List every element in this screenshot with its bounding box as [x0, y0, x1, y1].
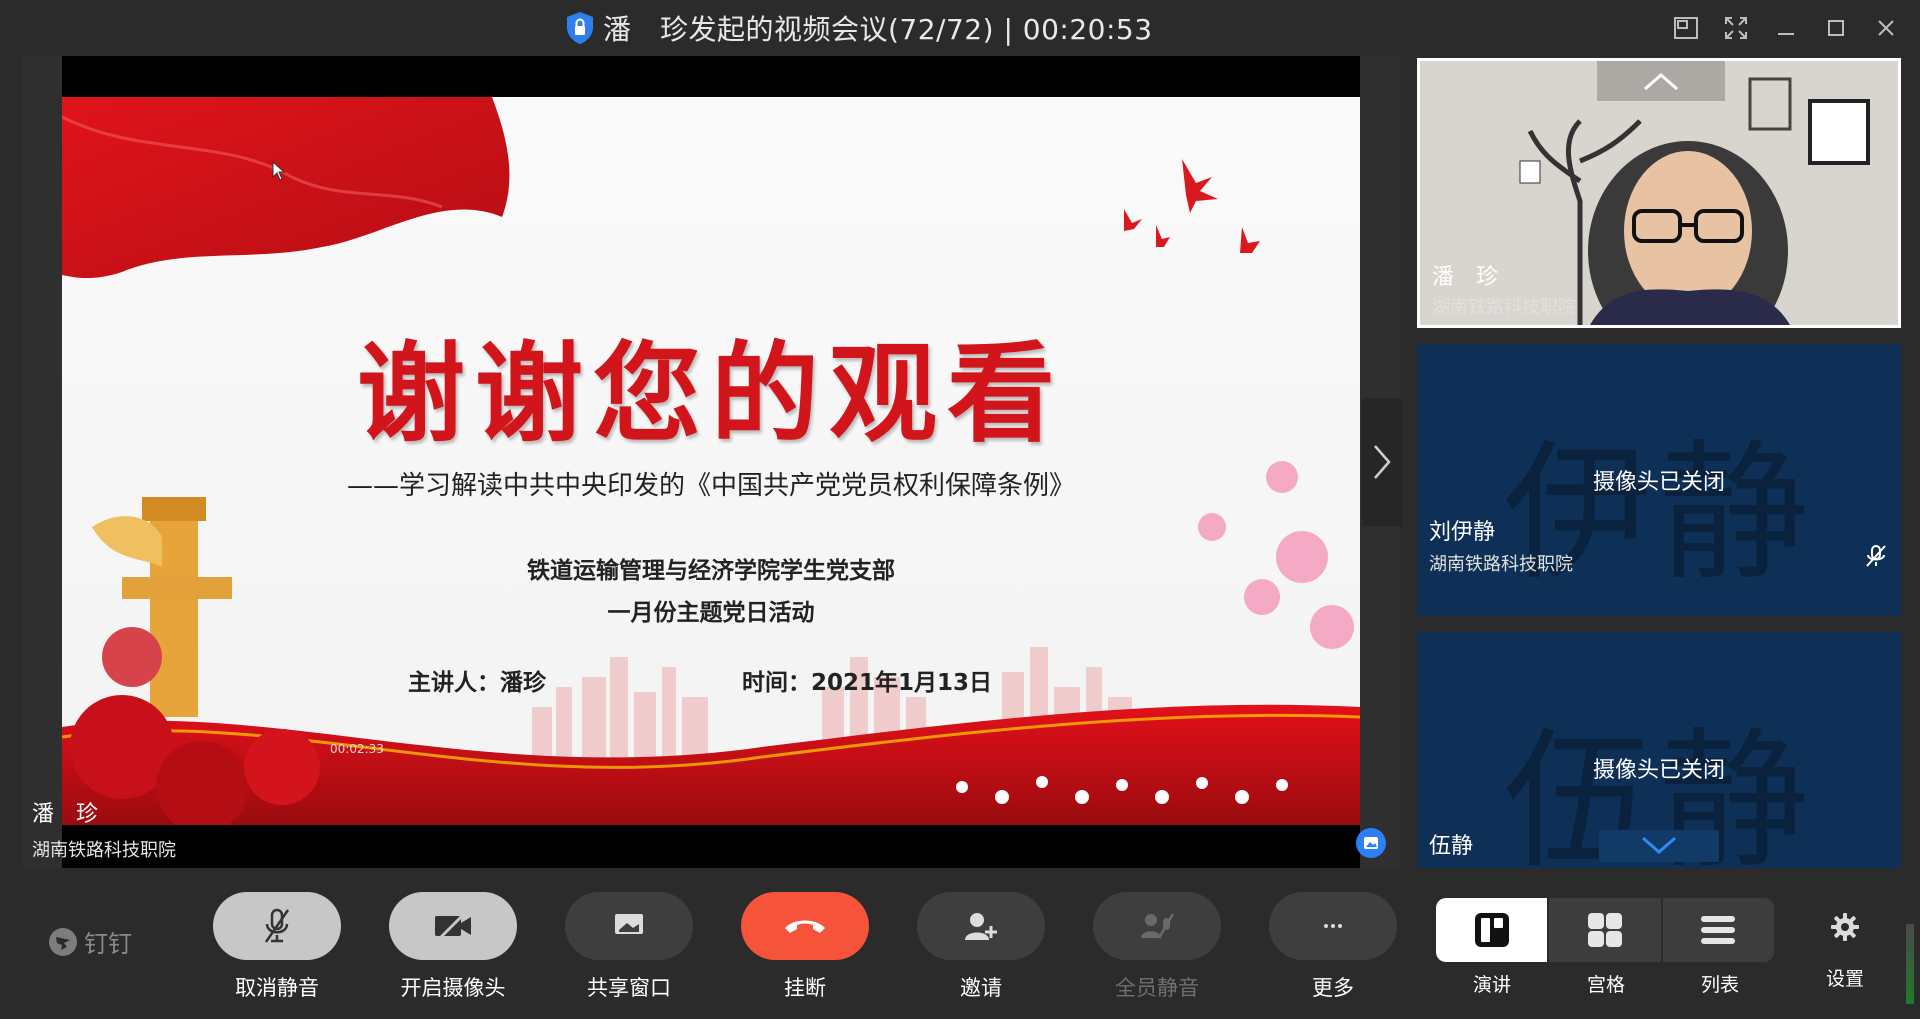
participant-avatar-text: 伊静: [1502, 427, 1815, 601]
presenter-org: 湖南铁路科技职院: [32, 840, 176, 861]
participant-name: 潘 珍: [1432, 265, 1499, 290]
dingtalk-brand: 钉钉: [48, 924, 132, 959]
participant-org: 湖南铁路科技职院: [1429, 554, 1573, 575]
meeting-title-group: 潘 珍发起的视频会议(72/72) | 00:20:53: [565, 8, 1153, 48]
layout-grid-label: 宫格: [1586, 974, 1625, 996]
hangup-label: 挂断: [784, 976, 826, 1000]
chevron-right-icon: [1374, 445, 1391, 479]
mute-all-icon: [1141, 913, 1175, 939]
chevron-down-icon: [1642, 836, 1676, 854]
slide-subtitle: ——学习解读中共中央印发的《中国共产党党员权利保障条例》: [346, 471, 1075, 501]
camera-off-status: 摄像头已关闭: [1592, 758, 1725, 783]
volume-meter: [1906, 924, 1914, 1004]
presenter-tag: 潘 珍 湖南铁路科技职院: [32, 796, 176, 862]
slide-timer: 00:02:33: [330, 742, 384, 756]
dingtalk-logo-icon: [49, 927, 77, 956]
scroll-up-button[interactable]: [1597, 61, 1725, 101]
mute-all-button[interactable]: [1093, 892, 1221, 960]
participant-tile-cam-off[interactable]: 伍静 摄像头已关闭 伍静: [1417, 632, 1901, 868]
invite-label: 邀请: [960, 976, 1002, 1000]
presenter-name: 潘 珍: [32, 802, 99, 827]
mouse-cursor-icon: [272, 161, 286, 181]
scroll-down-button[interactable]: [1599, 830, 1719, 862]
more-button[interactable]: [1269, 892, 1397, 960]
shared-slide: 谢谢您的观看 ——学习解读中共中央印发的《中国共产党党员权利保障条例》 铁道运输…: [62, 97, 1360, 825]
mic-muted-icon: [264, 908, 290, 943]
settings-label: 设置: [1825, 968, 1864, 990]
layout-list-button[interactable]: [1662, 898, 1774, 962]
fullscreen-icon[interactable]: [1720, 12, 1752, 44]
share-screen-icon: [615, 914, 643, 934]
slide-title: 谢谢您的观看: [356, 331, 1065, 457]
participant-name: 刘伊静: [1429, 520, 1496, 545]
unmute-button[interactable]: [213, 892, 341, 960]
participant-name: 伍静: [1429, 834, 1474, 859]
window-controls: [1670, 12, 1902, 44]
chevron-up-icon: [1644, 73, 1678, 91]
invite-control[interactable]: 邀请: [916, 892, 1046, 1002]
layout-speaker-button[interactable]: [1436, 898, 1548, 962]
layout-speaker-label: 演讲: [1472, 974, 1511, 996]
slide-time: 时间：2021年1月13日: [742, 670, 993, 696]
title-bar: 潘 珍发起的视频会议(72/72) | 00:20:53: [0, 0, 1920, 56]
speaker-layout-icon: [1474, 913, 1509, 947]
annotation-button[interactable]: [1356, 828, 1386, 858]
layout-list-label: 列表: [1700, 974, 1739, 996]
more-icon: [1324, 924, 1342, 928]
participant-tile-cam-off[interactable]: 伊静 摄像头已关闭 刘伊静 湖南铁路科技职院: [1417, 344, 1901, 616]
hang-up-icon: [785, 920, 825, 933]
settings-control[interactable]: 设置: [1810, 912, 1880, 991]
add-user-icon: [965, 913, 997, 940]
participant-org: 湖南铁路科技职院: [1432, 297, 1576, 318]
invite-button[interactable]: [917, 892, 1045, 960]
minimize-icon[interactable]: [1770, 12, 1802, 44]
participant-panel: 潘 珍 湖南铁路科技职院 伊静 摄像头已关闭 刘伊静 湖南铁路科技职院 伍静 摄…: [1412, 56, 1906, 868]
pip-icon[interactable]: [1670, 12, 1702, 44]
camera-off-status: 摄像头已关闭: [1592, 470, 1725, 495]
brand-label: 钉钉: [84, 930, 132, 958]
camera-button[interactable]: [389, 892, 517, 960]
hangup-control[interactable]: 挂断: [740, 892, 870, 1002]
shield-icon: [567, 12, 593, 44]
layout-grid-button[interactable]: [1549, 898, 1661, 962]
meeting-title: 潘 珍发起的视频会议(72/72) | 00:20:53: [603, 13, 1153, 46]
camera-off-icon: [435, 911, 471, 941]
mute-all-label: 全员静音: [1115, 976, 1199, 1000]
bottom-toolbar: 钉钉 取消静音 开启摄像头 共享窗口 挂断 邀请 全员静音 更多 演讲 宫格 列…: [0, 868, 1920, 1019]
unmute-label: 取消静音: [235, 976, 319, 1000]
share-label: 共享窗口: [587, 976, 671, 1000]
share-control[interactable]: 共享窗口: [564, 892, 694, 1002]
unmute-control[interactable]: 取消静音: [212, 892, 342, 1002]
mute-all-control[interactable]: 全员静音: [1092, 892, 1222, 1002]
mic-muted-icon: [1866, 545, 1886, 567]
maximize-icon[interactable]: [1820, 12, 1852, 44]
more-label: 更多: [1312, 976, 1354, 1000]
gear-icon: [1831, 913, 1859, 941]
more-control[interactable]: 更多: [1268, 892, 1398, 1002]
slide-event: 一月份主题党日活动: [607, 600, 815, 626]
close-icon[interactable]: [1870, 12, 1902, 44]
grid-layout-icon: [1587, 913, 1622, 947]
share-button[interactable]: [565, 892, 693, 960]
participant-tile-video[interactable]: 潘 珍 湖南铁路科技职院: [1417, 58, 1901, 328]
layout-switcher: [1436, 898, 1776, 962]
camera-control[interactable]: 开启摄像头: [388, 892, 518, 1002]
hangup-button[interactable]: [741, 892, 869, 960]
slide-speaker: 主讲人：潘珍: [408, 670, 546, 696]
camera-label: 开启摄像头: [400, 976, 506, 1000]
slide-department: 铁道运输管理与经济学院学生党支部: [527, 558, 895, 584]
list-layout-icon: [1701, 916, 1736, 944]
image-icon: [1364, 837, 1378, 849]
next-page-button[interactable]: [1362, 398, 1402, 526]
